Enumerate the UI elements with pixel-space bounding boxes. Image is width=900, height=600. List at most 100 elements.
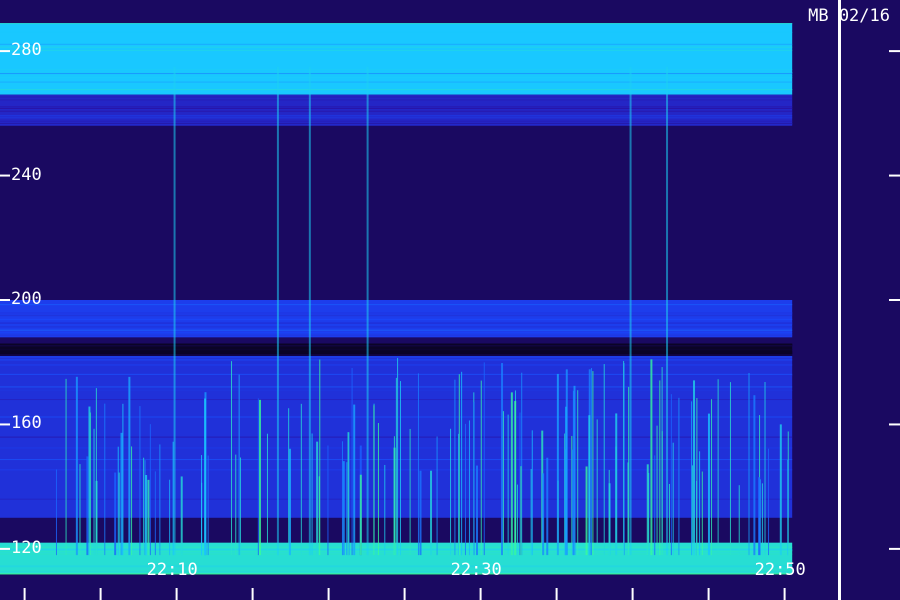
burst-streak <box>608 469 610 556</box>
y-tick-left <box>0 423 10 426</box>
burst-streak <box>327 445 329 556</box>
band-texture-line <box>0 335 793 337</box>
burst-streak <box>787 459 789 556</box>
burst-streak <box>347 432 349 556</box>
burst-streak <box>75 376 78 556</box>
burst-streak <box>691 465 693 556</box>
burst-streak <box>257 398 259 556</box>
band-texture-line <box>0 72 793 74</box>
burst-streak <box>139 406 141 556</box>
band-texture-line <box>0 312 793 314</box>
x-tick-label: 22:50 <box>754 560 806 580</box>
burst-streak <box>768 448 770 556</box>
burst-streak <box>464 423 466 556</box>
band-texture-line <box>0 117 793 119</box>
burst-streak <box>120 432 123 556</box>
x-tick-label: 22:30 <box>450 560 502 580</box>
burst-streak <box>711 399 713 556</box>
burst-streak <box>201 455 203 556</box>
x-tick <box>707 588 710 600</box>
burst-streak <box>717 379 719 556</box>
y-tick-right <box>889 299 900 301</box>
band-texture-line <box>0 351 793 353</box>
burst-streak <box>510 392 513 556</box>
band-texture-line <box>0 318 793 320</box>
burst-streak <box>154 471 156 556</box>
band-texture-line <box>0 107 793 109</box>
chart-title: MB 02/16 <box>808 6 890 26</box>
burst-streak <box>659 380 661 556</box>
burst-streak <box>461 371 463 556</box>
tall-burst-streak <box>629 66 632 556</box>
y-tick-right <box>889 50 900 53</box>
burst-streak <box>516 484 518 556</box>
band-texture-line <box>0 304 793 306</box>
spectrogram-chart: MB 02/16 280 240 200 160 120 22:10 22:30 22:50 <box>0 0 900 600</box>
band-texture-line <box>0 73 793 75</box>
burst-streak <box>122 403 124 556</box>
burst-streak <box>571 449 573 556</box>
burst-streak <box>729 382 731 556</box>
burst-streak <box>204 398 207 556</box>
x-tick-label: 22:10 <box>146 560 198 580</box>
burst-streak <box>258 399 261 556</box>
burst-streak <box>591 368 593 556</box>
y-tick-left <box>0 547 10 550</box>
band-texture-line <box>0 75 793 77</box>
burst-streak <box>480 380 482 556</box>
band-texture-line <box>0 99 793 101</box>
band-texture-line <box>0 373 793 375</box>
burst-streak <box>656 425 658 556</box>
right-axis-line <box>838 0 841 600</box>
band-texture-line <box>0 354 793 356</box>
burst-streak <box>654 455 656 556</box>
burst-streak <box>546 457 549 556</box>
burst-streak <box>169 479 171 556</box>
burst-streak <box>395 377 397 556</box>
burst-streak <box>661 431 663 556</box>
burst-streak <box>748 373 750 556</box>
burst-streak <box>556 373 559 556</box>
band-texture-line <box>0 49 793 51</box>
burst-streak <box>114 472 117 556</box>
burst-streak <box>430 470 433 556</box>
burst-streak <box>311 433 313 556</box>
burst-streak <box>79 464 81 556</box>
band-texture-line <box>0 332 793 334</box>
burst-streak <box>384 464 386 556</box>
burst-streak <box>93 428 95 556</box>
burst-streak <box>646 464 649 556</box>
burst-streak <box>95 388 97 556</box>
band-texture-line <box>0 77 793 79</box>
burst-streak <box>128 376 131 556</box>
band-texture-line <box>0 43 793 45</box>
burst-streak <box>670 394 672 556</box>
x-tick <box>479 588 482 600</box>
burst-streak <box>507 414 509 556</box>
band-0 <box>0 23 793 95</box>
burst-streak <box>650 359 653 556</box>
band-texture-line <box>0 321 793 323</box>
burst-streak <box>55 469 57 556</box>
burst-streak <box>764 382 766 556</box>
burst-streak <box>143 457 145 556</box>
band-texture-line <box>0 566 793 568</box>
band-texture-line <box>0 352 793 354</box>
burst-streak <box>588 415 591 556</box>
band-texture-line <box>0 110 793 112</box>
y-tick-left <box>0 50 10 53</box>
x-tick <box>23 588 26 600</box>
band-texture-line <box>0 344 793 346</box>
burst-streak <box>89 412 91 556</box>
burst-streak <box>207 455 209 556</box>
burst-streak <box>573 385 576 556</box>
x-tick <box>175 588 178 600</box>
band-texture-line <box>0 120 793 122</box>
tall-burst-streak <box>276 66 279 556</box>
burst-streak <box>399 381 401 556</box>
band-texture-line <box>0 329 793 331</box>
x-tick <box>251 588 254 600</box>
x-tick <box>783 588 786 600</box>
y-tick-left <box>0 174 10 177</box>
band-2 <box>0 300 793 338</box>
